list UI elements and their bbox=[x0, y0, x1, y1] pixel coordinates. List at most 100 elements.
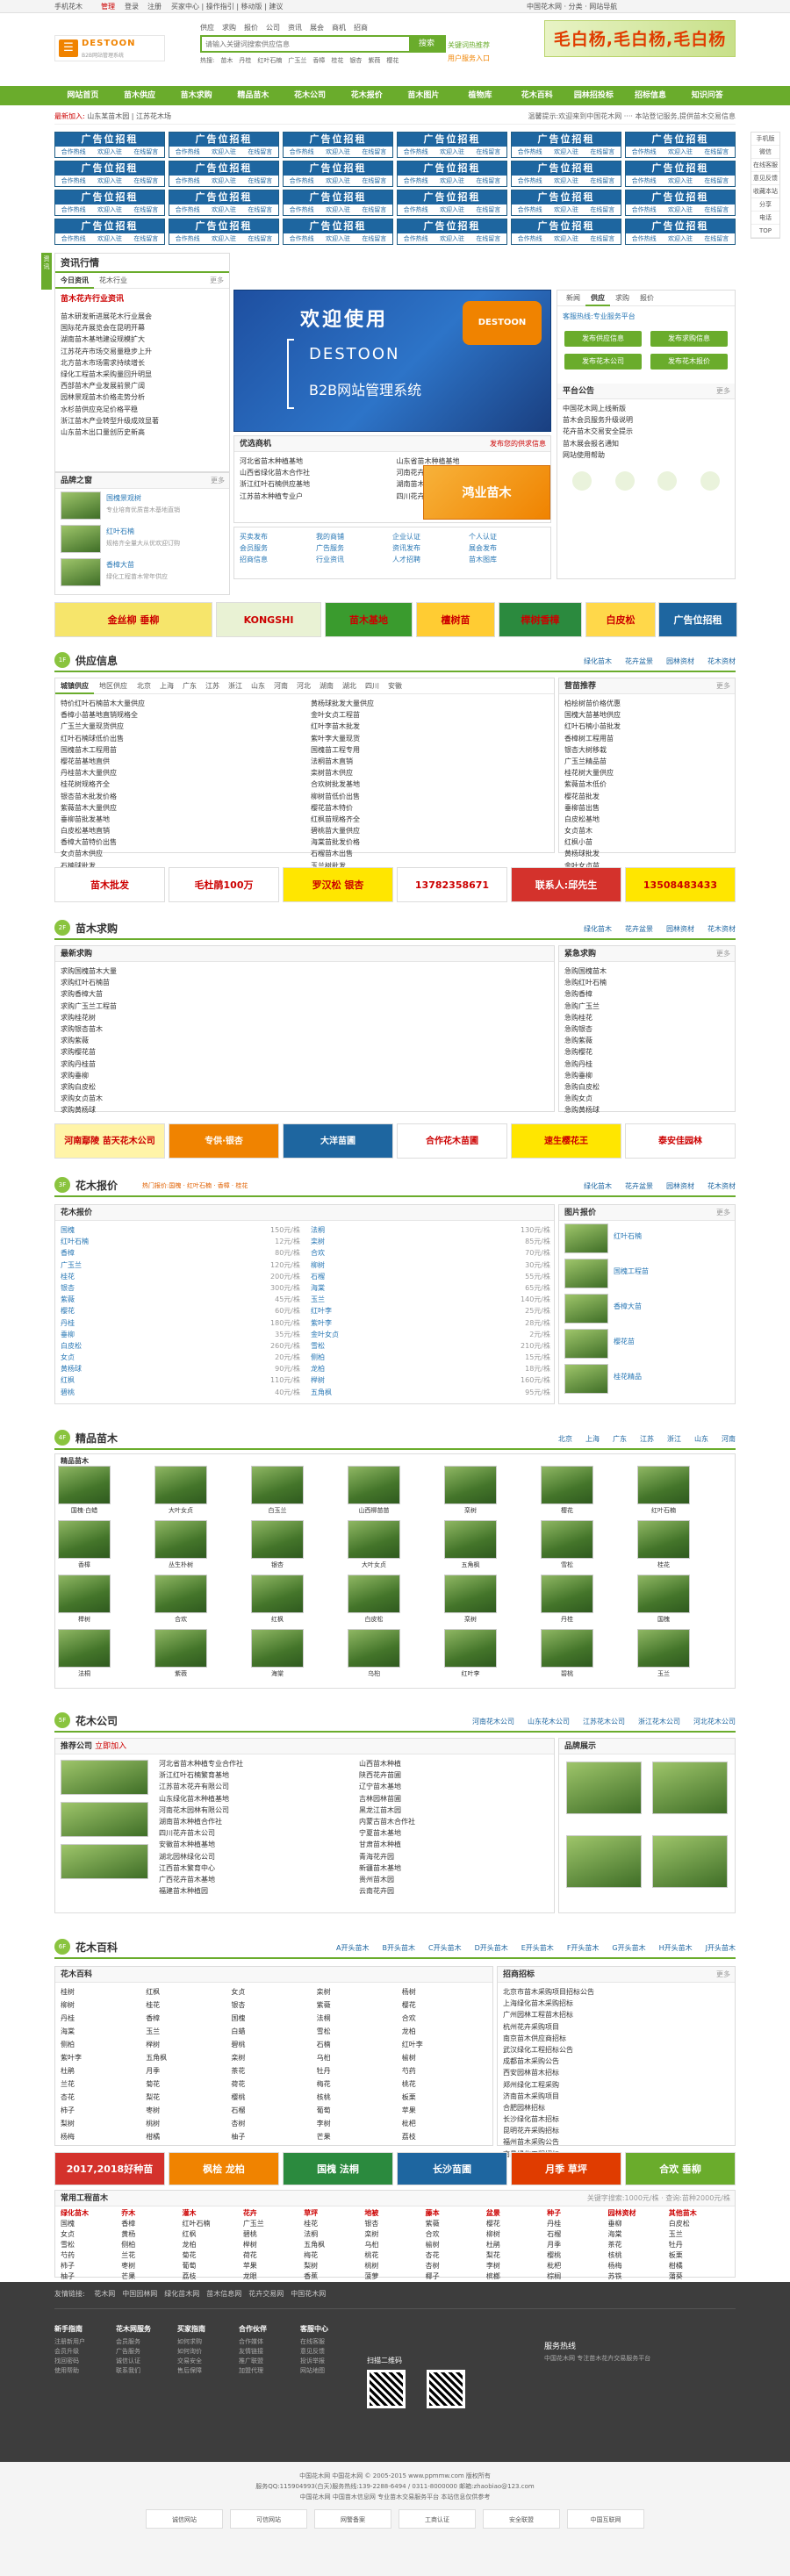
buying-item[interactable]: 求购樱花苗 bbox=[61, 1046, 549, 1058]
buying-item-text[interactable]: 求购垂柳 bbox=[61, 1072, 89, 1080]
price-pic-item[interactable]: 香樟大苗 bbox=[559, 1291, 735, 1326]
tools-item[interactable]: 李树 bbox=[486, 2261, 547, 2271]
news-item[interactable]: 山东苗木出口量创历史新高 bbox=[61, 427, 224, 438]
ad-cell[interactable]: 广告位招租 合作热线 欢迎入驻 在线留言 bbox=[169, 190, 279, 216]
search-tab[interactable]: 招商 bbox=[354, 24, 368, 32]
price-item-name[interactable]: 丹桂 bbox=[61, 1319, 75, 1327]
fine-tag[interactable]: 上海 bbox=[585, 1435, 600, 1443]
hot-keyword[interactable]: 银杏 bbox=[349, 57, 362, 64]
tender-item-text[interactable]: 昆明花卉采购招标 bbox=[503, 2127, 559, 2135]
company-item[interactable]: 四川花卉苗木公司 bbox=[159, 1827, 341, 1839]
hot-keyword[interactable]: 丹桂 bbox=[239, 57, 251, 64]
news-side-tab[interactable]: 资讯 bbox=[41, 253, 52, 290]
tender-item[interactable]: 杭州花卉采购项目 bbox=[503, 2021, 729, 2033]
side-float-item[interactable]: 手机版 bbox=[751, 133, 779, 146]
tender-item-text[interactable]: 杭州花卉采购项目 bbox=[503, 2023, 559, 2031]
baike-item[interactable]: 葡萄 bbox=[317, 2105, 402, 2117]
company-item[interactable]: 湖南苗木种植合作社 bbox=[159, 1816, 341, 1827]
news-item-text[interactable]: 园林景观苗木价格走势分析 bbox=[61, 393, 145, 401]
price-item-name[interactable]: 樱花 bbox=[61, 1307, 75, 1315]
price-item[interactable]: 桂花 200元/株 bbox=[61, 1271, 300, 1282]
baike-item[interactable]: 碧桃 bbox=[231, 2039, 316, 2051]
urgent-item-text[interactable]: 急购垂柳 bbox=[564, 1072, 592, 1080]
fine-item-name[interactable]: 海棠 bbox=[251, 1669, 304, 1678]
company-item-text[interactable]: 黑龙江苗木园 bbox=[359, 1806, 401, 1814]
supply-item[interactable]: 合欢树批发基地 bbox=[311, 779, 550, 790]
supply-item[interactable]: 樱花苗木特价 bbox=[311, 802, 550, 814]
baike-item[interactable]: 紫薇 bbox=[317, 1999, 402, 2012]
urgent-item-text[interactable]: 急购黄杨球 bbox=[564, 1106, 600, 1114]
tender-item-text[interactable]: 广州园林工程苗木招标 bbox=[503, 2011, 573, 2019]
brand-show-4[interactable] bbox=[652, 1835, 728, 1888]
company-item[interactable]: 河南花木园林有限公司 bbox=[159, 1805, 341, 1816]
price-item-name[interactable]: 栾树 bbox=[311, 1238, 325, 1245]
supply-filter[interactable]: 河南 bbox=[269, 678, 292, 694]
buying-item[interactable]: 求购丹桂苗 bbox=[61, 1058, 549, 1070]
fine-item[interactable]: 大叶女贞 bbox=[348, 1520, 400, 1569]
company-item-text[interactable]: 江苏苗木花卉有限公司 bbox=[159, 1783, 229, 1790]
fine-tag[interactable]: 浙江 bbox=[667, 1435, 681, 1443]
tools-item[interactable]: 五角枫 bbox=[304, 2240, 364, 2250]
baike-tag[interactable]: G开头苗木 bbox=[612, 1944, 645, 1952]
baike-item[interactable]: 荷花 bbox=[231, 2078, 316, 2091]
nav-item[interactable]: 苗木图片 bbox=[395, 86, 452, 105]
fine-item-name[interactable]: 法桐 bbox=[58, 1669, 111, 1678]
company-item[interactable]: 新疆苗木基地 bbox=[359, 1862, 542, 1874]
baike-item[interactable]: 菊花 bbox=[146, 2078, 231, 2091]
baike-item[interactable]: 栾树 bbox=[317, 1986, 402, 1998]
fine-item-name[interactable]: 山西柳苗苗 bbox=[348, 1506, 400, 1515]
trust-seal[interactable]: 可信网站 bbox=[230, 2509, 307, 2529]
baike-item[interactable]: 梨花 bbox=[146, 2092, 231, 2104]
baike-item[interactable]: 石榴 bbox=[231, 2105, 316, 2117]
tools-item[interactable]: 红枫 bbox=[183, 2229, 243, 2240]
company-item-text[interactable]: 新疆苗木基地 bbox=[359, 1864, 401, 1872]
strip2-ad[interactable]: 联系人:邱先生 bbox=[511, 867, 621, 902]
supply-item[interactable]: 红枫苗规格齐全 bbox=[311, 814, 550, 825]
nav-item[interactable]: 精品苗木 bbox=[225, 86, 282, 105]
price-item[interactable]: 白皮松 260元/株 bbox=[61, 1340, 300, 1352]
news-item-text[interactable]: 西部苗木产业发展前景广阔 bbox=[61, 382, 145, 390]
tender-item[interactable]: 济南苗木采购项目 bbox=[503, 2091, 729, 2102]
company-item[interactable]: 贵州苗木园 bbox=[359, 1874, 542, 1885]
urgent-item[interactable]: 急购国槐苗木 bbox=[564, 965, 729, 977]
notice-item-text[interactable]: 中国花木网上线新版 bbox=[563, 405, 626, 413]
tools-item[interactable]: 合欢 bbox=[426, 2229, 486, 2240]
tools-item[interactable]: 牡丹 bbox=[669, 2240, 729, 2250]
strip3-ad[interactable]: 合作花木苗圃 bbox=[397, 1123, 507, 1159]
company-thumb-3[interactable] bbox=[61, 1844, 148, 1879]
urgent-item[interactable]: 急购香樟 bbox=[564, 988, 729, 1000]
tender-item[interactable]: 武汉绿化工程招标公告 bbox=[503, 2044, 729, 2056]
tools-item[interactable]: 石榴 bbox=[547, 2229, 607, 2240]
supply-item-text[interactable]: 红枫苗规格齐全 bbox=[311, 815, 360, 823]
fine-item[interactable]: 国槐 bbox=[637, 1575, 690, 1624]
hot-keyword[interactable]: 桂花 bbox=[331, 57, 343, 64]
buying-item-text[interactable]: 求购红叶石楠苗 bbox=[61, 979, 110, 987]
supply-item-text[interactable]: 红叶李苗木批发 bbox=[311, 722, 360, 730]
fine-item-image[interactable] bbox=[348, 1575, 400, 1613]
fine-item-name[interactable]: 榉树 bbox=[58, 1615, 111, 1624]
supply-item-text[interactable]: 桂花树规格齐全 bbox=[61, 780, 110, 788]
fine-item-image[interactable] bbox=[251, 1520, 304, 1559]
baike-item[interactable]: 女贞 bbox=[231, 1986, 316, 1998]
company-thumb-2[interactable] bbox=[61, 1802, 148, 1837]
notice-item[interactable]: 网站使用帮助 bbox=[563, 449, 729, 461]
fine-item-name[interactable]: 国槐·白蜡 bbox=[58, 1506, 111, 1515]
member-action-button[interactable]: 发布花木公司 bbox=[564, 354, 642, 370]
supply-filter[interactable]: 北京 bbox=[133, 678, 155, 694]
nav-item[interactable]: 花木报价 bbox=[338, 86, 395, 105]
price-item[interactable]: 法桐 130元/株 bbox=[311, 1224, 550, 1236]
tools-item[interactable]: 椰子 bbox=[426, 2271, 486, 2282]
supply-item[interactable]: 香樟小苗基地直销规格全 bbox=[61, 709, 300, 721]
tools-item[interactable]: 法桐 bbox=[304, 2229, 364, 2240]
fine-item-name[interactable]: 碧桃 bbox=[541, 1669, 593, 1678]
ad-icon[interactable] bbox=[700, 470, 720, 491]
tab-today-news[interactable]: 今日资讯 bbox=[55, 273, 94, 289]
price-pic-name[interactable]: 樱花苗 bbox=[614, 1337, 635, 1346]
urgent-item[interactable]: 急购银杏 bbox=[564, 1023, 729, 1035]
baike-item[interactable]: 枣树 bbox=[146, 2105, 231, 2117]
tools-item[interactable]: 国槐 bbox=[61, 2219, 121, 2229]
supply-item-text[interactable]: 红叶石楠球低价出售 bbox=[61, 735, 124, 743]
company-item[interactable]: 黑龙江苗木园 bbox=[359, 1805, 542, 1816]
fine-item-image[interactable] bbox=[154, 1629, 207, 1668]
tab-supply-city[interactable]: 城镇供应 bbox=[55, 678, 94, 694]
